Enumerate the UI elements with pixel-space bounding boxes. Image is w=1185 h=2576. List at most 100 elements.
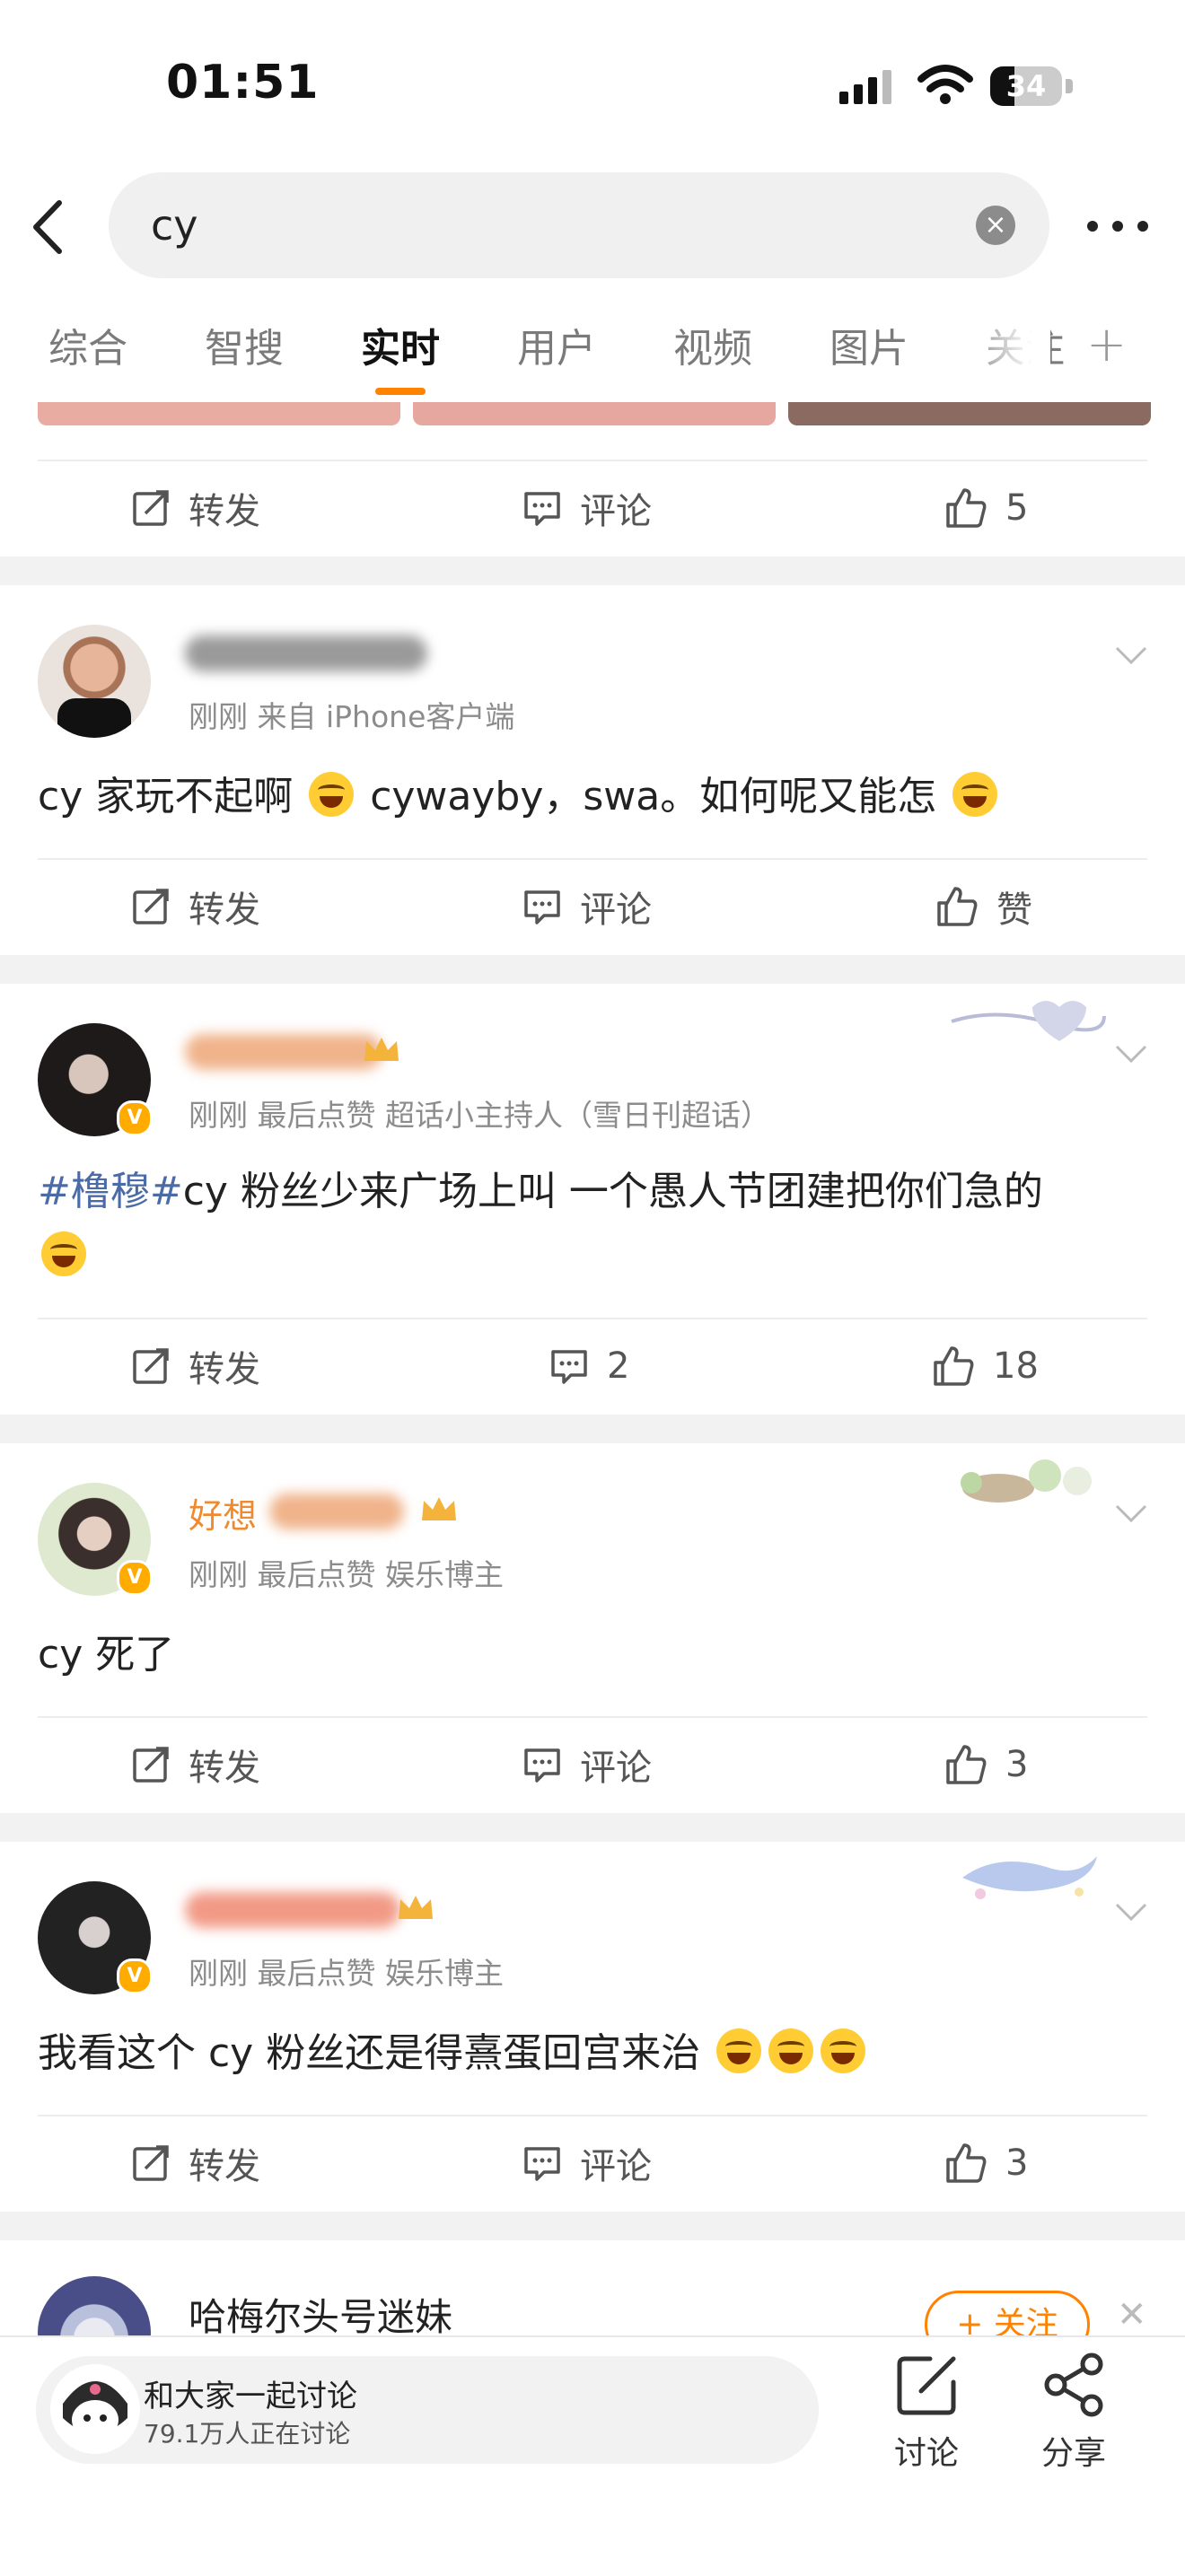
repost-button[interactable]: 转发 — [131, 2116, 260, 2210]
post-text-part: cy 家玩不起啊 — [38, 774, 306, 819]
laughing-emoji-icon — [952, 772, 998, 817]
comment-button[interactable]: 评论 — [522, 2116, 652, 2210]
laughing-emoji-icon — [41, 1231, 86, 1276]
post-image[interactable] — [38, 402, 400, 425]
thumbs-up-icon — [946, 488, 987, 528]
tab-smart-search[interactable]: 智搜 — [205, 316, 284, 373]
repost-button[interactable]: 转发 — [131, 1319, 260, 1413]
status-time: 01:51 — [166, 56, 320, 110]
chevron-down-icon[interactable] — [1113, 1503, 1149, 1524]
discussion-title[interactable]: 和大家一起讨论 — [144, 2371, 357, 2415]
laughing-emoji-icon — [309, 772, 355, 817]
post-text: 我看这个 cy 粉丝还是得熹蛋回宫来治 — [38, 2021, 1147, 2086]
avatar[interactable] — [38, 625, 151, 738]
tab-fade — [961, 316, 1050, 379]
like-button[interactable]: 3 — [944, 2116, 1028, 2210]
chevron-down-icon[interactable] — [1113, 1901, 1149, 1923]
author-name[interactable]: 好想 — [189, 1488, 257, 1538]
share-button-label[interactable]: 分享 — [1041, 2427, 1106, 2474]
post-meta: 刚刚 最后点赞 娱乐博主 — [189, 1557, 504, 1592]
comment-label: 评论 — [580, 1748, 652, 1789]
post-image[interactable] — [788, 402, 1151, 425]
discussion-mascot-icon — [50, 2364, 140, 2454]
tab-realtime[interactable]: 实时 — [361, 316, 440, 373]
chevron-down-icon[interactable] — [1113, 644, 1149, 666]
laughing-emoji-icon — [821, 2028, 866, 2073]
post-card: V 刚刚 最后点赞 娱乐博主 我看这个 cy 粉丝还是得熹蛋回宫来治 转发 评论… — [0, 1842, 1185, 2212]
post-card: 刚刚 来自 iPhone客户端 cy 家玩不起啊 cywayby，swa。如何呢… — [0, 585, 1185, 955]
comment-label: 评论 — [580, 2146, 652, 2187]
comment-icon — [524, 890, 560, 924]
thumbs-up-icon — [946, 1745, 987, 1784]
tab-videos[interactable]: 视频 — [673, 316, 752, 373]
post-actions: 转发 评论 3 — [38, 2115, 1147, 2210]
like-button[interactable]: 赞 — [935, 860, 1032, 953]
tab-images[interactable]: 图片 — [830, 316, 908, 373]
author-name-redacted — [269, 1494, 404, 1529]
like-button[interactable]: 3 — [944, 1718, 1028, 1811]
laughing-emoji-icon — [768, 2028, 814, 2073]
post-actions: 转发 2 18 — [38, 1318, 1147, 1413]
repost-icon — [133, 490, 169, 526]
search-query[interactable]: cy — [151, 201, 198, 250]
repost-button[interactable]: 转发 — [131, 461, 260, 555]
search-input[interactable] — [109, 172, 1049, 278]
active-tab-indicator — [375, 388, 426, 395]
like-count: 3 — [1005, 2142, 1029, 2184]
discussion-count: 79.1万人正在讨论 — [144, 2419, 351, 2449]
tab-comprehensive[interactable]: 综合 — [48, 316, 127, 373]
author-name[interactable]: 哈梅尔头号迷妹_ — [189, 2287, 471, 2342]
compose-discussion-icon[interactable] — [894, 2352, 961, 2418]
like-count: 18 — [993, 1345, 1039, 1387]
comment-button[interactable]: 评论 — [522, 860, 652, 953]
repost-button[interactable]: 转发 — [131, 1718, 260, 1811]
repost-label: 转发 — [189, 2146, 260, 2187]
repost-icon — [133, 2145, 169, 2181]
more-options-icon[interactable] — [1082, 208, 1154, 244]
crown-icon — [422, 1497, 456, 1520]
post-image[interactable] — [413, 402, 776, 425]
comment-count: 2 — [607, 1345, 630, 1387]
repost-label: 转发 — [189, 1349, 260, 1390]
card-decoration-icon — [951, 1001, 1106, 1041]
tab-users[interactable]: 用户 — [517, 316, 596, 373]
back-arrow-icon[interactable] — [25, 196, 70, 258]
post-text-part: cywayby，swa。如何呢又能怎 — [357, 774, 950, 819]
like-count: 5 — [1005, 487, 1029, 529]
post-text-part: 我看这个 cy 粉丝还是得熹蛋回宫来治 — [38, 2030, 714, 2076]
post-meta: 刚刚 最后点赞 娱乐博主 — [189, 1956, 504, 1991]
thumbs-up-icon — [937, 887, 978, 926]
discuss-button-label[interactable]: 讨论 — [894, 2427, 959, 2474]
clear-search-button[interactable]: × — [976, 206, 1015, 245]
laughing-emoji-icon — [716, 2028, 762, 2073]
comment-button[interactable]: 评论 — [522, 461, 652, 555]
cellular-signal-icon — [839, 70, 891, 104]
post-actions: 转发 评论 5 — [38, 460, 1147, 555]
post-text-part: cy 粉丝少来广场上叫 一个愚人节团建把你们急的 — [182, 1169, 1043, 1214]
repost-label: 转发 — [189, 889, 260, 931]
post-meta: 刚刚 最后点赞 超话小主持人（雪日刊超话） — [189, 1098, 770, 1133]
chevron-down-icon[interactable] — [1113, 1043, 1149, 1065]
author-name-redacted — [185, 635, 427, 671]
repost-icon — [133, 1348, 169, 1384]
comment-label: 评论 — [580, 889, 652, 931]
repost-label: 转发 — [189, 1748, 260, 1789]
repost-button[interactable]: 转发 — [131, 860, 260, 953]
post-card: V 好想 刚刚 最后点赞 娱乐博主 cy 死了 转发 评论 3 — [0, 1443, 1185, 1813]
comment-label: 评论 — [580, 491, 652, 532]
battery-level: 34 — [1005, 69, 1047, 103]
comment-button[interactable]: 评论 — [522, 1718, 652, 1811]
share-icon[interactable] — [1041, 2352, 1108, 2418]
comment-icon — [524, 492, 560, 526]
add-tab-button[interactable]: + — [1086, 316, 1127, 372]
close-icon[interactable]: ✕ — [1117, 2294, 1147, 2335]
comment-icon — [551, 1350, 587, 1384]
comment-button[interactable]: 2 — [549, 1319, 629, 1413]
topic-link[interactable]: #橹穆# — [38, 1169, 183, 1214]
like-button[interactable]: 18 — [932, 1319, 1039, 1413]
like-button[interactable]: 5 — [944, 461, 1028, 555]
post-text: cy 家玩不起啊 cywayby，swa。如何呢又能怎 — [38, 765, 1147, 829]
post-actions: 转发 评论 3 — [38, 1716, 1147, 1811]
repost-label: 转发 — [189, 491, 260, 532]
verified-badge-icon: V — [117, 1560, 153, 1596]
